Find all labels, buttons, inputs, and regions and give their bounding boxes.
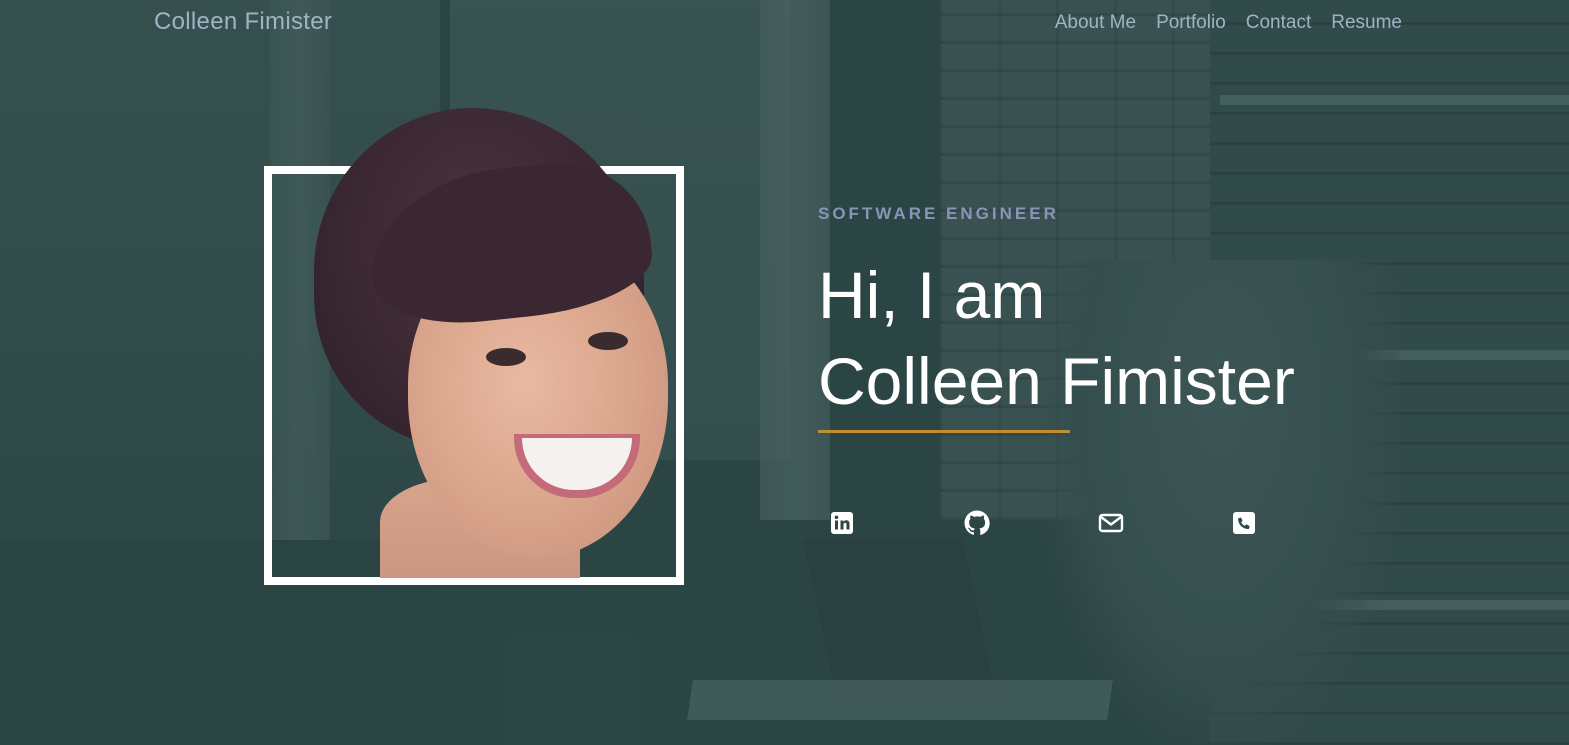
nav-link-portfolio[interactable]: Portfolio: [1156, 12, 1226, 34]
phone-icon: [1233, 512, 1255, 534]
nav-link-resume[interactable]: Resume: [1331, 12, 1402, 34]
brand-link[interactable]: Colleen Fimister: [154, 8, 332, 36]
github-link[interactable]: [964, 508, 1098, 538]
linkedin-icon: [831, 512, 853, 534]
phone-link[interactable]: [1232, 508, 1366, 538]
headline-name: Colleen Fimister: [818, 344, 1295, 418]
hero-headline: Hi, I am Colleen Fimister: [818, 252, 1295, 424]
nav-link-contact[interactable]: Contact: [1246, 12, 1311, 34]
email-link[interactable]: [1098, 508, 1232, 538]
job-title: SOFTWARE ENGINEER: [818, 204, 1059, 223]
main-nav: About Me Portfolio Contact Resume: [1055, 12, 1402, 34]
nav-link-about-me[interactable]: About Me: [1055, 12, 1136, 34]
headline-greeting: Hi, I am: [818, 258, 1046, 332]
hero-background-photo: [0, 0, 1569, 745]
social-links: [830, 508, 1366, 538]
github-icon: [964, 510, 990, 535]
profile-photo: [300, 108, 720, 578]
linkedin-link[interactable]: [830, 508, 964, 538]
headline-underline: [818, 430, 1070, 433]
email-icon: [1098, 513, 1124, 533]
